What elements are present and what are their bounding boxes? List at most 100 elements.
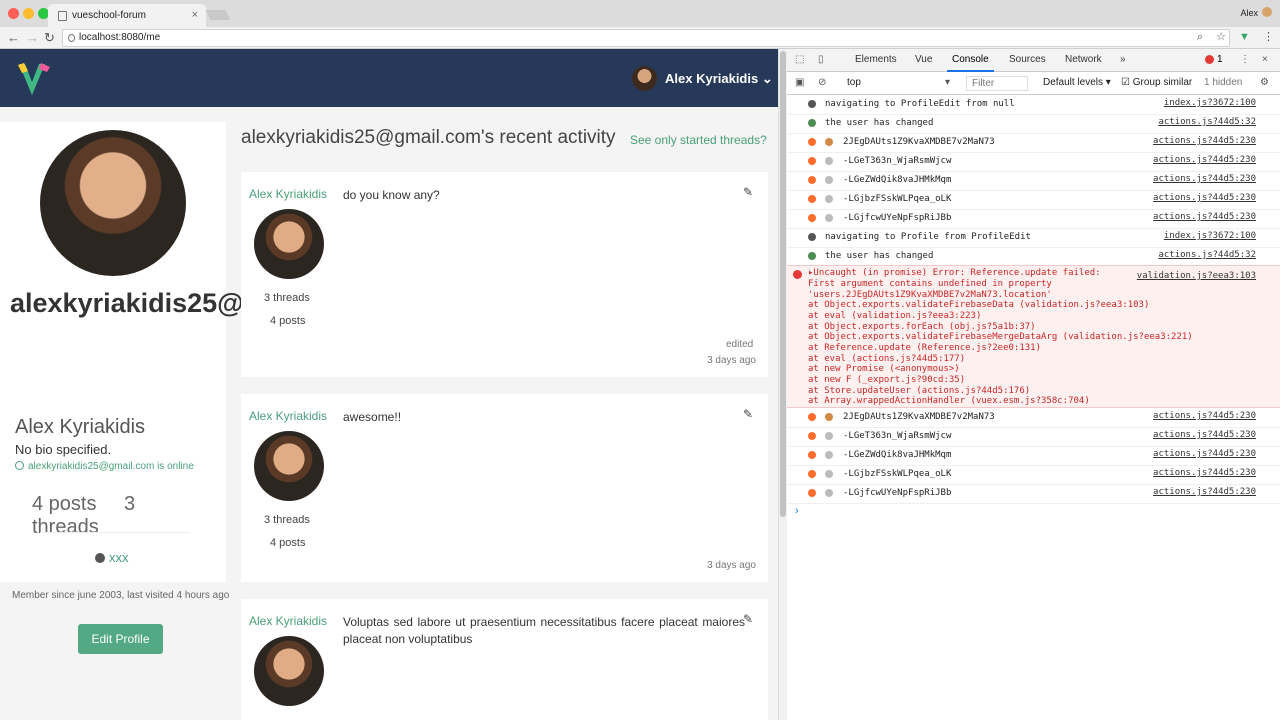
close-devtools-icon[interactable]: ×	[1262, 54, 1268, 65]
tab-network[interactable]: Network	[1065, 54, 1102, 65]
console-line: -LGeT363n_WjaRsmWjcw actions.js?44d5:230	[787, 428, 1280, 447]
source-link[interactable]: actions.js?44d5:230	[1153, 430, 1256, 440]
reload-icon[interactable]: ↻	[44, 30, 55, 46]
device-toolbar-icon[interactable]: ▯	[818, 54, 824, 65]
group-similar-checkbox[interactable]: ☑ Group similar	[1121, 77, 1192, 88]
activity-post: Alex Kyriakidis Voluptas sed labore ut p…	[241, 599, 768, 720]
post-author-threads: 3 threads	[264, 514, 310, 526]
source-link[interactable]: actions.js?44d5:230	[1153, 212, 1256, 222]
source-link[interactable]: actions.js?44d5:230	[1153, 193, 1256, 203]
profile-full-name: Alex Kyriakidis	[15, 416, 146, 438]
post-author-posts: 4 posts	[270, 537, 306, 549]
url-text: localhost:8080/me	[79, 32, 161, 43]
sidebar-toggle-icon[interactable]: ▣	[795, 77, 804, 88]
started-threads-link[interactable]: See only started threads?	[630, 133, 767, 147]
stack-frame: at Object.exports.validateFirebaseData (…	[808, 300, 1150, 310]
app-scroll-thumb[interactable]	[780, 51, 786, 517]
vue-school-logo[interactable]	[14, 59, 54, 99]
website-link[interactable]: xxx	[95, 550, 129, 565]
close-tab-icon[interactable]: ×	[192, 9, 198, 21]
error-message[interactable]: ▸Uncaught (in promise) Error: Reference.…	[808, 268, 1101, 279]
minimize-window-button[interactable]	[23, 8, 34, 19]
fire-icon	[808, 138, 816, 146]
profile-avatar-icon[interactable]	[1262, 7, 1272, 17]
comment-icon	[825, 470, 833, 478]
source-link[interactable]: actions.js?44d5:230	[1153, 449, 1256, 459]
online-status: alexkyriakidis25@gmail.com is online	[15, 461, 194, 472]
source-link[interactable]: actions.js?44d5:230	[1153, 136, 1256, 146]
pencil-icon[interactable]: ✎	[743, 612, 753, 626]
more-tabs-icon[interactable]: »	[1120, 54, 1126, 65]
fire-icon	[808, 432, 816, 440]
console-prompt[interactable]: ›	[795, 505, 799, 517]
forum-app: Alex Kyriakidis ⌄ alexkyriakidis25@gmail…	[0, 49, 778, 720]
source-link[interactable]: actions.js?44d5:32	[1158, 250, 1256, 260]
url-input[interactable]: localhost:8080/me	[62, 29, 1230, 47]
post-author-link[interactable]: Alex Kyriakidis	[249, 187, 327, 201]
profile-avatar	[40, 130, 186, 276]
post-author-threads: 3 threads	[264, 292, 310, 304]
inspect-icon[interactable]: ⬚	[795, 54, 804, 65]
search-icon[interactable]: ⌕	[1197, 31, 1203, 43]
edit-profile-button[interactable]: Edit Profile	[78, 624, 163, 654]
post-author-posts: 4 posts	[270, 315, 306, 327]
fire-icon	[808, 176, 816, 184]
console-filter-input[interactable]: Filter	[966, 76, 1028, 91]
source-link[interactable]: actions.js?44d5:32	[1158, 117, 1256, 127]
post-date: 3 days ago	[707, 355, 756, 366]
pencil-icon[interactable]: ✎	[743, 407, 753, 421]
source-link[interactable]: actions.js?44d5:230	[1153, 468, 1256, 478]
source-link[interactable]: index.js?3672:100	[1164, 231, 1256, 241]
info-icon	[68, 34, 75, 42]
fire-icon	[808, 413, 816, 421]
close-window-button[interactable]	[8, 8, 19, 19]
stack-frame: at Object.exports.validateFirebaseMergeD…	[808, 332, 1193, 342]
tab-console[interactable]: Console	[947, 54, 994, 72]
comment-icon	[825, 157, 833, 165]
browser-profile-name[interactable]: Alex	[1240, 8, 1258, 18]
more-menu-icon[interactable]: ⋮	[1263, 31, 1274, 43]
error-source-link[interactable]: validation.js?eea3:103	[1137, 271, 1256, 282]
error-x-icon	[793, 270, 802, 279]
vue-extension-icon[interactable]: ▼	[1239, 31, 1250, 43]
bookmark-star-icon[interactable]: ☆	[1216, 31, 1226, 43]
source-link[interactable]: actions.js?44d5:230	[1153, 174, 1256, 184]
post-author-avatar	[254, 636, 324, 706]
tab-vue[interactable]: Vue	[915, 54, 932, 65]
more-options-icon[interactable]: ⋮	[1240, 54, 1250, 65]
tab-sources[interactable]: Sources	[1009, 54, 1046, 65]
post-author-avatar	[254, 431, 324, 501]
post-author-link[interactable]: Alex Kyriakidis	[249, 409, 327, 423]
user-avatar[interactable]	[632, 66, 657, 91]
console-line: -LGeT363n_WjaRsmWjcw actions.js?44d5:230	[787, 153, 1280, 172]
tab-elements[interactable]: Elements	[855, 54, 897, 65]
address-icons: ⌕ ☆ ▼ ⋮	[1187, 30, 1274, 44]
post-content: do you know any?	[343, 188, 440, 202]
settings-icon[interactable]: ⚙	[1260, 77, 1269, 88]
source-link[interactable]: actions.js?44d5:230	[1153, 155, 1256, 165]
hidden-count: 1 hidden	[1204, 77, 1243, 88]
browser-tab[interactable]: vueschool-forum ×	[48, 4, 206, 27]
console-toolbar: ▣ ⊘ top ▾ Filter Default levels ▾ ☑ Grou…	[787, 72, 1280, 95]
new-tab-button[interactable]	[205, 10, 231, 20]
comment-icon	[825, 432, 833, 440]
pencil-icon[interactable]: ✎	[743, 185, 753, 199]
clear-console-icon[interactable]: ⊘	[818, 77, 826, 88]
comment-icon	[825, 489, 833, 497]
context-dropdown-icon[interactable]: ▾	[945, 77, 950, 88]
activity-post: Alex Kyriakidis 3 threads 4 posts awesom…	[241, 394, 768, 582]
devtools-tabs: ⬚ ▯ Elements Vue Console Sources Network…	[787, 49, 1280, 72]
source-link[interactable]: actions.js?44d5:230	[1153, 411, 1256, 421]
user-menu[interactable]: Alex Kyriakidis ⌄	[665, 71, 773, 87]
app-scrollbar[interactable]	[778, 49, 787, 720]
forward-icon[interactable]: →	[26, 30, 39, 45]
source-link[interactable]: actions.js?44d5:230	[1153, 487, 1256, 497]
comment-icon	[825, 176, 833, 184]
error-icon	[1205, 55, 1214, 64]
context-selector[interactable]: top	[847, 77, 861, 88]
source-link[interactable]: index.js?3672:100	[1164, 98, 1256, 108]
default-levels-dropdown[interactable]: Default levels ▾	[1043, 77, 1111, 88]
profile-email-heading: alexkyriakidis25@gmail.com	[10, 288, 378, 318]
post-author-link[interactable]: Alex Kyriakidis	[249, 614, 327, 628]
back-icon[interactable]: ←	[7, 30, 20, 45]
